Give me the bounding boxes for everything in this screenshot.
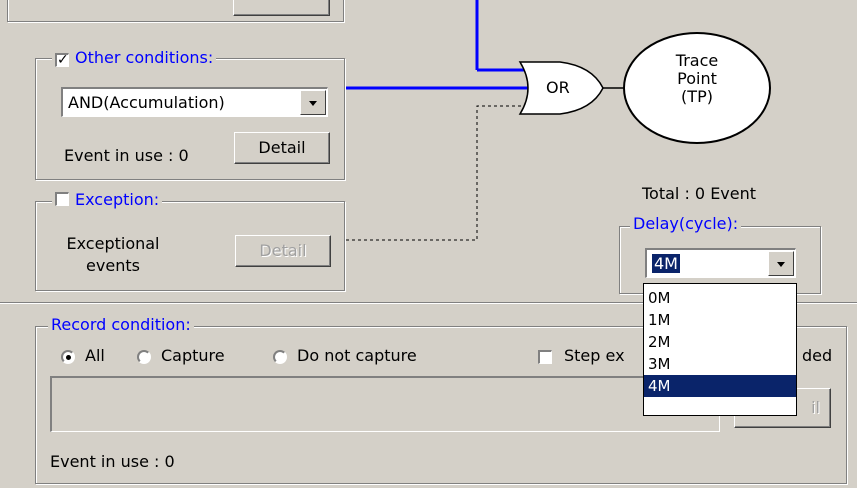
delay-combo-value: 4M [652, 254, 680, 273]
total-events: Total : 0 Event [642, 184, 757, 203]
record-event-in-use: Event in use : 0 [50, 452, 175, 471]
exception-detail-button[interactable]: Detail [235, 235, 331, 267]
other-conditions-checkbox[interactable]: ✓ [55, 53, 69, 67]
other-conditions-label: Other conditions: [75, 48, 214, 67]
other-detail-button[interactable]: Detail [234, 132, 330, 164]
radio-do-not-capture[interactable] [273, 350, 287, 364]
delay-dropdown-list[interactable]: 0M 1M 2M 3M 4M [643, 283, 797, 416]
trace-line-2: Point [677, 69, 717, 88]
exception-label: Exception: [75, 190, 160, 209]
exception-checkbox[interactable] [55, 192, 69, 206]
delay-option[interactable]: 1M [644, 309, 796, 331]
other-conditions-legend: ✓ Other conditions: [52, 48, 217, 67]
combo-value: AND(Accumulation) [68, 93, 225, 112]
trace-point-label: Trace Point (TP) [640, 52, 754, 106]
trace-line-1: Trace [675, 51, 719, 70]
chevron-down-icon [309, 101, 317, 106]
delay-option[interactable]: 3M [644, 353, 796, 375]
delay-option-selected[interactable]: 4M [644, 375, 796, 397]
step-label-right: ded [802, 346, 833, 365]
or-gate-label: OR [546, 78, 570, 97]
exception-legend: Exception: [52, 190, 163, 209]
radio-capture[interactable] [137, 350, 151, 364]
delay-option[interactable]: 2M [644, 331, 796, 353]
step-checkbox[interactable] [538, 350, 552, 364]
wire-exception [346, 105, 532, 241]
delay-dropdown-button[interactable] [768, 251, 794, 276]
record-detail-label: il [811, 398, 820, 417]
other-conditions-combo[interactable]: AND(Accumulation) [61, 87, 328, 117]
delay-combo[interactable]: 4M [645, 248, 796, 278]
delay-legend: Delay(cycle): [630, 214, 742, 233]
radio-do-not-capture-label: Do not capture [297, 346, 417, 365]
record-textbox[interactable] [50, 376, 720, 432]
step-label-left: Step ex [564, 346, 625, 365]
other-event-in-use: Event in use : 0 [64, 146, 189, 165]
chevron-down-icon [777, 262, 785, 267]
radio-all-label: All [85, 346, 105, 365]
radio-capture-label: Capture [161, 346, 225, 365]
trace-line-3: (TP) [681, 87, 713, 106]
exception-desc-line-2: events [86, 256, 140, 275]
exception-desc-line-1: Exceptional [66, 234, 160, 253]
delay-option[interactable]: 0M [644, 287, 796, 309]
radio-all[interactable] [61, 350, 75, 364]
radio-dot [66, 355, 71, 360]
exception-description: Exceptional events [58, 233, 168, 277]
record-condition-legend: Record condition: [48, 315, 194, 334]
combo-dropdown-button[interactable] [300, 90, 326, 115]
